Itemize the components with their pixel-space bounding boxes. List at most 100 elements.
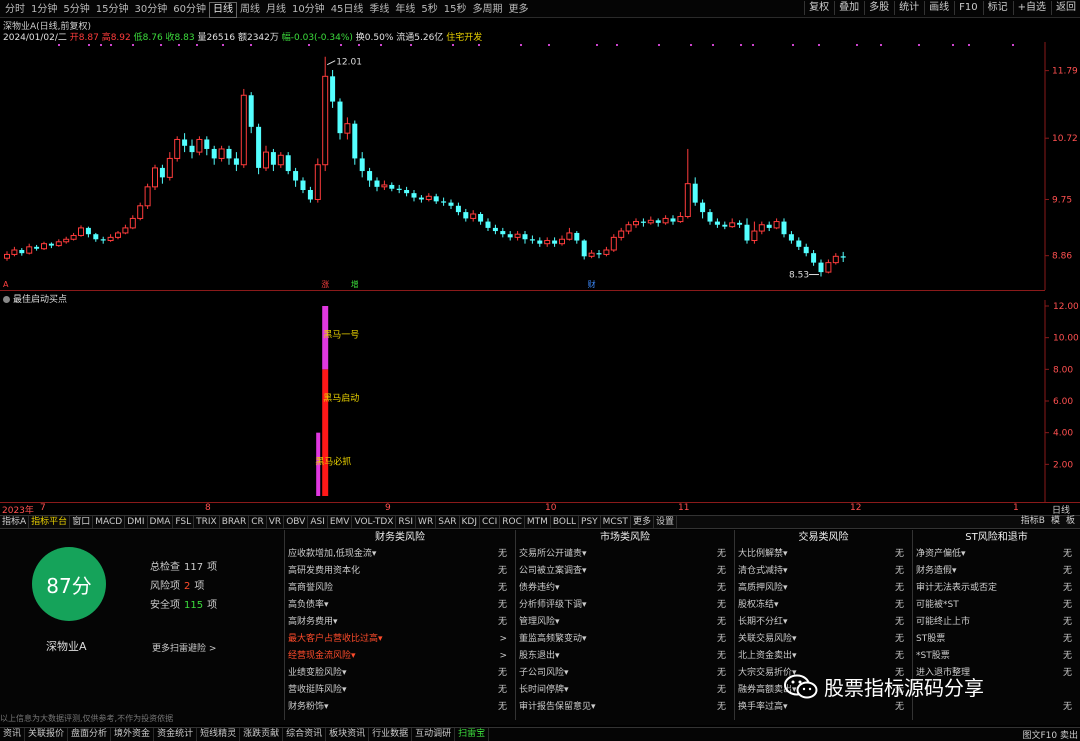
- risk-item[interactable]: 清仓式减持▾ 无: [735, 563, 912, 580]
- risk-item[interactable]: 高负债率▾ 无: [285, 597, 515, 614]
- indicator-tab[interactable]: VOL-TDX: [352, 516, 397, 528]
- indicator-tab-right[interactable]: 模: [1048, 515, 1063, 528]
- period-tab[interactable]: 日线: [208, 2, 237, 18]
- risk-item[interactable]: *ST股票 无: [913, 648, 1080, 665]
- risk-item[interactable]: 高财务费用▾ 无: [285, 614, 515, 631]
- risk-item[interactable]: 应收款增加,低现金流▾ 无: [285, 546, 515, 563]
- indicator-tab[interactable]: RSI: [396, 516, 417, 528]
- risk-item[interactable]: 无: [913, 699, 1080, 716]
- risk-item[interactable]: 子公司风险▾ 无: [516, 665, 734, 682]
- risk-item[interactable]: 净资产偏低▾ 无: [913, 546, 1080, 563]
- risk-item[interactable]: 长时间停牌▾ 无: [516, 682, 734, 699]
- risk-item[interactable]: ST股票 无: [913, 631, 1080, 648]
- indicator-tab[interactable]: 窗口: [70, 516, 94, 528]
- period-tab[interactable]: 年线: [392, 3, 418, 17]
- indicator-tab[interactable]: 更多: [631, 516, 654, 528]
- indicator-tab[interactable]: DMA: [148, 516, 174, 528]
- indicator-tab[interactable]: ROC: [500, 516, 525, 528]
- period-tab[interactable]: 5秒: [418, 3, 440, 17]
- bottom-tab[interactable]: 资金统计: [154, 728, 198, 741]
- bottom-tab[interactable]: 短线精灵: [197, 728, 241, 741]
- indicator-tab[interactable]: KDJ: [460, 516, 480, 528]
- risk-item[interactable]: 董监高频繁变动▾ 无: [516, 631, 734, 648]
- sub-indicator-chart[interactable]: 12.00 10.00 8.00 6.00 4.00 2.00 黑马一号黑马启动黑马必抓: [0, 300, 1080, 502]
- indicator-tab[interactable]: ASI: [308, 516, 328, 528]
- period-tab[interactable]: 周线: [237, 3, 263, 17]
- indicator-tab-right[interactable]: 指标B: [1018, 515, 1048, 528]
- risk-item[interactable]: 可能被*ST 无: [913, 597, 1080, 614]
- risk-item[interactable]: 交易所公开谴责▾ 无: [516, 546, 734, 563]
- period-tab[interactable]: 季线: [366, 3, 392, 17]
- indicator-tab[interactable]: OBV: [284, 516, 309, 528]
- risk-item[interactable]: 业绩变脸风险▾ 无: [285, 665, 515, 682]
- indicator-tab[interactable]: MCST: [601, 516, 631, 528]
- risk-item[interactable]: 债券违约▾ 无: [516, 580, 734, 597]
- toolbar-button[interactable]: 返回: [1051, 1, 1080, 15]
- indicator-tab[interactable]: EMV: [328, 516, 353, 528]
- toolbar-button[interactable]: 画线: [924, 1, 953, 15]
- period-tab[interactable]: 30分钟: [131, 3, 170, 17]
- more-scan-link[interactable]: 更多扫雷避险 >: [152, 641, 216, 654]
- indicator-tab-right[interactable]: 板: [1063, 515, 1078, 528]
- bottom-tab[interactable]: 涨跌贡献: [240, 728, 284, 741]
- toolbar-button[interactable]: 多股: [864, 1, 893, 15]
- period-tab[interactable]: 5分钟: [60, 3, 92, 17]
- risk-item[interactable]: 长期不分红▾ 无: [735, 614, 912, 631]
- risk-item[interactable]: 北上资金卖出▾ 无: [735, 648, 912, 665]
- period-tab[interactable]: 15分钟: [93, 3, 132, 17]
- indicator-tab[interactable]: PSY: [579, 516, 601, 528]
- risk-item[interactable]: 关联交易风险▾ 无: [735, 631, 912, 648]
- risk-item[interactable]: 股权冻结▾ 无: [735, 597, 912, 614]
- period-tab[interactable]: 1分钟: [28, 3, 60, 17]
- indicator-tab[interactable]: MACD: [93, 516, 126, 528]
- bottom-tab[interactable]: 关联报价: [25, 728, 69, 741]
- indicator-tab[interactable]: SAR: [436, 516, 460, 528]
- risk-item[interactable]: 财务粉饰▾ 无: [285, 699, 515, 716]
- indicator-tab[interactable]: DMI: [125, 516, 148, 528]
- toolbar-button[interactable]: +自选: [1012, 1, 1050, 15]
- period-tab[interactable]: 10分钟: [289, 3, 328, 17]
- risk-item[interactable]: 营收挺阵风险▾ 无: [285, 682, 515, 699]
- indicator-tab[interactable]: 指标A: [0, 516, 30, 528]
- risk-item[interactable]: 审计无法表示或否定 无: [913, 580, 1080, 597]
- period-tab[interactable]: 60分钟: [170, 3, 209, 17]
- indicator-tab[interactable]: VR: [267, 516, 285, 528]
- kline-chart[interactable]: 11.79 10.72 9.75 8.86 12.01 8.53 A 涨 增 财: [0, 42, 1080, 290]
- indicator-tab[interactable]: FSL: [173, 516, 195, 528]
- toolbar-button[interactable]: 复权: [804, 1, 833, 15]
- indicator-tab[interactable]: WR: [416, 516, 437, 528]
- risk-item[interactable]: 最大客户占营收比过高▾ >: [285, 631, 515, 648]
- risk-item[interactable]: 高研发费用资本化 无: [285, 563, 515, 580]
- toolbar-button[interactable]: 标记: [982, 1, 1012, 15]
- period-tab[interactable]: 分时: [2, 3, 28, 17]
- indicator-tab[interactable]: BOLL: [551, 516, 580, 528]
- period-tab[interactable]: 45日线: [328, 3, 367, 17]
- risk-item[interactable]: 管理风险▾ 无: [516, 614, 734, 631]
- risk-item[interactable]: 换手率过高▾ 无: [735, 699, 912, 716]
- risk-item[interactable]: 财务造假▾ 无: [913, 563, 1080, 580]
- bottom-tab[interactable]: 盘面分析: [68, 728, 112, 741]
- bottom-tab[interactable]: 互动调研: [412, 728, 456, 741]
- indicator-tab[interactable]: CR: [249, 516, 267, 528]
- risk-item[interactable]: 高质押风险▾ 无: [735, 580, 912, 597]
- toolbar-button[interactable]: 统计: [894, 1, 923, 15]
- bottom-tab[interactable]: 板块资讯: [326, 728, 370, 741]
- indicator-tab[interactable]: TRIX: [194, 516, 220, 528]
- period-tab[interactable]: 更多: [506, 3, 532, 17]
- risk-item[interactable]: 高商誉风险 无: [285, 580, 515, 597]
- risk-item[interactable]: 公司被立案调查▾ 无: [516, 563, 734, 580]
- indicator-tab[interactable]: 设置: [654, 516, 677, 528]
- risk-item[interactable]: 分析师评级下调▾ 无: [516, 597, 734, 614]
- risk-item[interactable]: 可能终止上市 无: [913, 614, 1080, 631]
- indicator-tab[interactable]: CCI: [480, 516, 501, 528]
- period-tab[interactable]: 月线: [263, 3, 289, 17]
- toolbar-button[interactable]: F10: [954, 1, 981, 15]
- indicator-tab[interactable]: BRAR: [220, 516, 250, 528]
- indicator-tab[interactable]: MTM: [525, 516, 551, 528]
- risk-item[interactable]: 经营现金流风险▾ >: [285, 648, 515, 665]
- period-tab[interactable]: 15秒: [441, 3, 470, 17]
- indicator-tab[interactable]: 指标平台: [29, 516, 71, 528]
- bottom-tab[interactable]: 境外资金: [111, 728, 155, 741]
- risk-item[interactable]: 大比例解禁▾ 无: [735, 546, 912, 563]
- risk-item[interactable]: 股东退出▾ 无: [516, 648, 734, 665]
